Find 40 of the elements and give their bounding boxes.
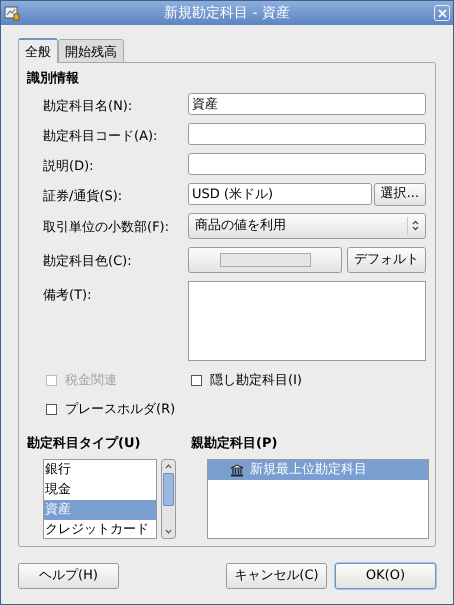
field-label: 取引単位の小数部(F): [43,220,170,234]
dialog-button[interactable]: ヘルプ(H) [18,563,119,589]
dialog-button[interactable]: OK(O) [335,563,436,589]
currency-field[interactable]: USD (米ドル) [188,182,372,204]
list-item[interactable]: 現金 [44,480,156,500]
fraction-dropdown[interactable]: 商品の値を利用 [188,212,426,238]
checkbox-label: 税金関連 [65,372,117,390]
tab[interactable]: 全般 [18,38,58,63]
list-heading: 勘定科目タイプ(U) [27,434,142,452]
color-button[interactable] [188,246,342,272]
field-label: 説明(D): [43,158,94,174]
notes-field[interactable] [188,280,426,360]
updown-icon [412,220,419,231]
select-button[interactable]: 選択... [374,182,426,206]
checkbox-label: プレースホルダ(R) [65,401,176,419]
list-item[interactable]: クレジットカード [44,520,156,538]
field-label: 証券/通貨(S): [43,188,122,204]
scrollbar[interactable] [161,459,176,539]
tab[interactable]: 開始残高 [58,39,124,62]
field-label: 勘定科目色(C): [43,254,132,268]
field-label: 勘定科目コード(A): [43,128,158,144]
list-heading: 親勘定科目(P) [191,434,278,452]
checkbox-label: 隠し勘定科目(I) [210,372,302,390]
field-label: 勘定科目名(N): [43,98,132,114]
list-item[interactable]: 銀行 [44,460,156,480]
section-title: 識別情報 [27,70,80,88]
text-field[interactable]: 資産 [188,92,426,114]
bank-icon [230,464,244,476]
default-button[interactable]: デフォルト [347,246,426,272]
field-label: 備考(T): [43,288,92,302]
checkbox[interactable] [191,374,202,386]
close-icon [438,8,446,18]
dialog-button[interactable]: キャンセル(C) [226,563,327,589]
text-field[interactable] [188,152,426,174]
window-title: 新規勘定科目 - 資産 [163,4,291,22]
checkbox[interactable] [46,404,57,416]
app-icon [4,5,20,21]
account-type-list[interactable]: 銀行 現金 資産 クレジットカード [43,459,157,539]
close-button[interactable] [434,5,450,21]
text-field[interactable] [188,122,426,144]
